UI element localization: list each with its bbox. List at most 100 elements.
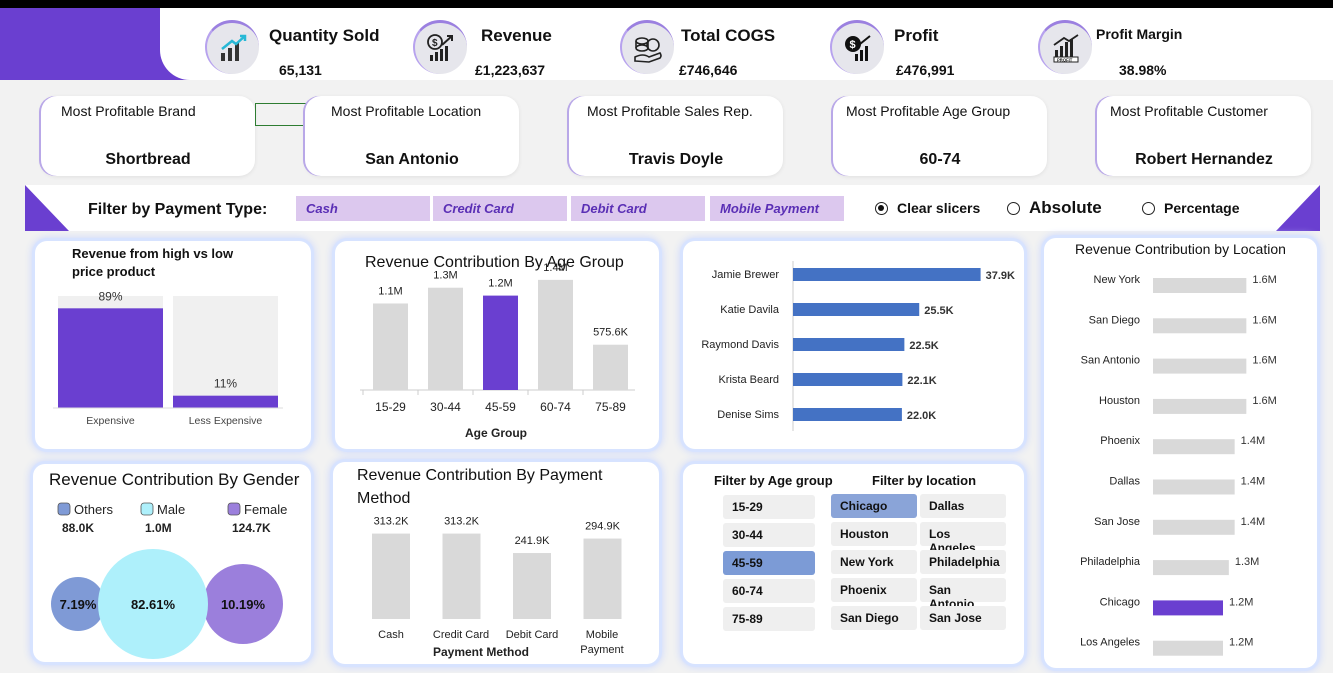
profit-chart-icon: PROFIT: [1038, 20, 1092, 74]
bar: [442, 533, 481, 619]
kpi-label: Quantity Sold: [269, 26, 380, 45]
card-most-profitable-age-group: Most Profitable Age Group 60-74: [833, 96, 1047, 176]
category-label: Raymond Davis: [701, 339, 779, 351]
data-label: 1.6M: [1252, 395, 1276, 407]
panel-location: Revenue Contribution by Location New Yor…: [1044, 238, 1317, 668]
svg-text:$: $: [850, 39, 856, 51]
card-title: Most Profitable Brand: [61, 103, 196, 119]
bar: [483, 295, 518, 390]
legend-swatch: [227, 502, 241, 516]
slicer-mobile-payment[interactable]: Mobile Payment: [710, 196, 844, 221]
bar: [793, 303, 920, 316]
gender-chart: Others 88.0K Male 1.0M Female 124.7K 10.19% 7.1…: [51, 502, 287, 659]
kpi-label: Profit Margin: [1096, 26, 1183, 42]
kpi-label: Profit: [894, 26, 939, 45]
category-label: San Diego: [1089, 314, 1140, 326]
card-title: Most Profitable Age Group: [846, 103, 1011, 119]
slicer-location-san-antonio[interactable]: San Antonio: [920, 578, 1006, 611]
chart-growth-icon: [205, 20, 259, 74]
payment-chart: 313.2K 313.2K 241.9K 294.9K Cash Credit Card D…: [372, 516, 624, 659]
bar: [513, 553, 551, 619]
radio-dot: [1007, 201, 1020, 215]
slicer-location-houston[interactable]: Houston: [831, 522, 917, 546]
radio-label: Clear slicers: [897, 200, 981, 216]
slicer-location-new-york[interactable]: New York: [831, 550, 917, 574]
card-title: Most Profitable Customer: [1110, 103, 1268, 119]
category-label: San Jose: [1094, 516, 1140, 528]
slicer-age-30-44[interactable]: 30-44: [723, 523, 815, 547]
data-label: 25.5K: [924, 305, 953, 317]
money-bag-chart-icon: $: [830, 20, 884, 74]
bar: [1153, 560, 1229, 576]
data-label: 1.4M: [543, 262, 567, 274]
top-border: [0, 0, 1333, 8]
slicer-location-phoenix[interactable]: Phoenix: [831, 578, 917, 602]
card-value: Travis Doyle: [628, 151, 724, 168]
slicer-credit-card[interactable]: Credit Card: [433, 196, 567, 221]
data-label: 1.2M: [1229, 596, 1253, 608]
data-label: 313.2K: [444, 516, 480, 528]
category-label: Katie Davila: [720, 304, 780, 316]
tick-label: Credit Card: [433, 629, 489, 641]
card-value: San Antonio: [365, 151, 459, 168]
payment-filter-bar: Filter by Payment Type: Cash Credit Card…: [25, 185, 1320, 231]
card-most-profitable-brand: Most Profitable Brand Shortbread: [41, 96, 255, 176]
data-label: 1.1M: [378, 285, 402, 297]
kpi-label: Total COGS: [681, 26, 776, 45]
radio-label: Absolute: [1029, 198, 1102, 217]
radio-absolute[interactable]: Absolute: [1007, 198, 1102, 218]
coins-hand-icon: [620, 20, 674, 74]
slicer-cash[interactable]: Cash: [296, 196, 430, 221]
radio-clear-slicers[interactable]: Clear slicers: [875, 200, 980, 216]
category-label: New York: [1094, 274, 1141, 286]
bar: [1153, 479, 1235, 495]
kpi-value: 38.98%: [1119, 62, 1167, 78]
radio-label: Percentage: [1164, 200, 1240, 216]
slicer-location-philadelphia[interactable]: Philadelphia: [920, 550, 1006, 574]
legend-value: 88.0K: [62, 521, 94, 535]
filter-label: Filter by Payment Type:: [88, 201, 268, 218]
legend-label: Male: [157, 502, 185, 517]
panel-slicers: Filter by Age group Filter by location 1…: [683, 464, 1024, 664]
data-label: 294.9K: [585, 521, 621, 533]
bar: [793, 373, 903, 386]
bar: [1153, 640, 1223, 656]
radio-percentage[interactable]: Percentage: [1142, 200, 1239, 216]
card-value: Shortbread: [105, 151, 191, 168]
slicer-debit-card[interactable]: Debit Card: [571, 196, 705, 221]
slicer-age-60-74[interactable]: 60-74: [723, 579, 815, 603]
radio-dot: [875, 201, 888, 215]
data-label: 1.6M: [1252, 274, 1276, 286]
panel-payment-method: Revenue Contribution By Payment Method 3…: [333, 462, 659, 664]
slicer-location-chicago[interactable]: Chicago: [831, 494, 917, 518]
slicer-location-san-diego[interactable]: San Diego: [831, 606, 917, 630]
data-label: 1.4M: [1241, 435, 1265, 447]
bar: [173, 395, 278, 408]
slicer-age-45-59[interactable]: 45-59: [723, 551, 815, 575]
bar: [538, 279, 573, 390]
category-label: Los Angeles: [1080, 637, 1140, 649]
category-label: Philadelphia: [1080, 556, 1141, 568]
bubble-label: 7.19%: [60, 597, 97, 612]
data-label: 575.6K: [593, 327, 629, 339]
slicer-location-san-jose[interactable]: San Jose: [920, 606, 1006, 630]
slicer-location-los-angeles[interactable]: Los Angeles: [920, 522, 1006, 555]
data-label: 11%: [214, 377, 237, 391]
bubble-label: 82.61%: [131, 597, 176, 612]
panel-sales-reps: Jamie Brewer 37.9K Katie Davila 25.5K Raymon…: [683, 241, 1024, 449]
kpi-value: £746,646: [679, 62, 738, 78]
panel-gender: Revenue Contribution By Gender Others 88.…: [33, 464, 311, 662]
tick-label: 15-29: [375, 400, 406, 414]
bar: [1153, 318, 1247, 334]
card-title: Most Profitable Location: [331, 103, 482, 119]
legend-swatch: [140, 502, 154, 516]
card-most-profitable-customer: Most Profitable Customer Robert Hernande…: [1097, 96, 1311, 176]
slicer-age-15-29[interactable]: 15-29: [723, 495, 815, 519]
tick-label: 45-59: [485, 400, 516, 414]
slicer-age-75-89[interactable]: 75-89: [723, 607, 815, 631]
data-label: 1.2M: [488, 278, 512, 290]
data-label: 22.0K: [907, 410, 936, 422]
slicer-location-dallas[interactable]: Dallas: [920, 494, 1006, 518]
card-most-profitable-sales-rep: Most Profitable Sales Rep. Travis Doyle: [569, 96, 783, 176]
reps-chart: Jamie Brewer 37.9K Katie Davila 25.5K Raymon…: [701, 261, 1015, 431]
